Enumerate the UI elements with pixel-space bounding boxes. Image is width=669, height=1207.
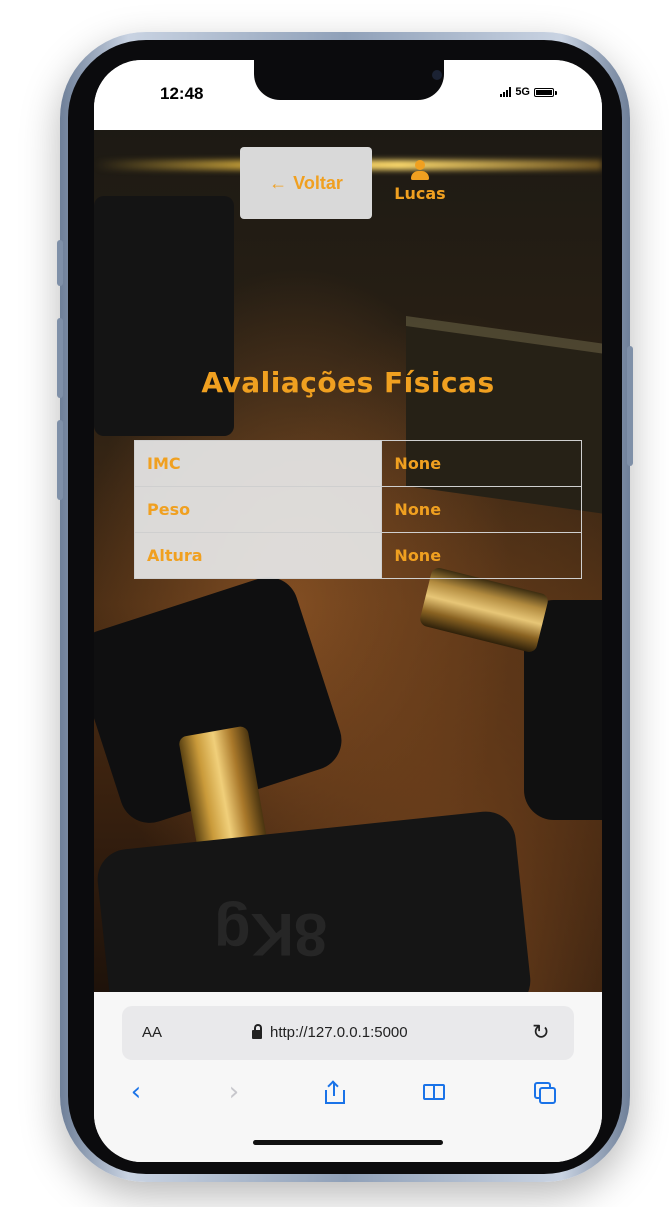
share-button[interactable] <box>314 1072 354 1112</box>
browser-bar: AA http://127.0.0.1:5000 ↻ ‹ › <box>94 992 602 1162</box>
reader-options-button[interactable]: AA <box>142 1024 162 1041</box>
status-time: 12:48 <box>160 84 204 103</box>
notch <box>254 60 444 100</box>
metric-value-imc: None <box>381 440 582 487</box>
lock-icon <box>252 1024 262 1039</box>
volume-down-button <box>57 420 63 500</box>
power-button <box>627 346 633 466</box>
browser-toolbar: ‹ › <box>94 1072 602 1122</box>
battery-icon <box>534 87 557 97</box>
user-name: Lucas <box>394 184 446 203</box>
share-icon <box>325 1080 345 1104</box>
home-indicator <box>253 1140 443 1145</box>
user-profile[interactable]: Lucas <box>390 160 450 203</box>
metric-label-peso: Peso <box>133 486 383 533</box>
bookmarks-button[interactable] <box>414 1072 454 1112</box>
reload-icon[interactable]: ↻ <box>532 1020 550 1044</box>
mute-switch <box>57 240 63 286</box>
network-label: 5G <box>515 86 530 98</box>
front-camera <box>432 70 442 80</box>
back-button[interactable]: ← Voltar <box>240 147 372 219</box>
dumbbell-engraving: 8Kg <box>214 901 328 968</box>
address-bar[interactable]: AA http://127.0.0.1:5000 ↻ <box>122 1006 574 1060</box>
background-block <box>94 196 234 436</box>
metric-label-imc: IMC <box>133 440 383 487</box>
table-row: Peso None <box>133 486 582 533</box>
tabs-button[interactable] <box>524 1072 564 1112</box>
metric-value-peso: None <box>381 486 582 533</box>
page-title: Avaliações Físicas <box>201 366 495 399</box>
metric-value-altura: None <box>381 532 582 579</box>
arrow-left-icon: ← <box>269 173 288 193</box>
signal-icon <box>500 87 512 97</box>
url-text[interactable]: http://127.0.0.1:5000 <box>270 1024 408 1041</box>
bookmarks-icon <box>423 1084 445 1100</box>
metrics-table: IMC None Peso None Altura None <box>133 440 582 579</box>
table-row: IMC None <box>133 440 582 487</box>
user-icon <box>411 160 429 180</box>
dumbbell-handle <box>418 566 550 654</box>
screen: 12:48 5G 8Kg ← Voltar Lucas Avaliações F… <box>94 60 602 1162</box>
status-indicators: 5G <box>500 86 557 98</box>
volume-up-button <box>57 318 63 398</box>
tabs-icon <box>534 1082 556 1104</box>
back-button-label: Voltar <box>293 172 343 193</box>
forward-icon[interactable]: › <box>214 1072 254 1112</box>
table-row: Altura None <box>133 532 582 579</box>
back-icon[interactable]: ‹ <box>116 1072 156 1112</box>
metric-label-altura: Altura <box>133 532 383 579</box>
page-content: 8Kg ← Voltar Lucas Avaliações Físicas IM… <box>94 130 602 992</box>
